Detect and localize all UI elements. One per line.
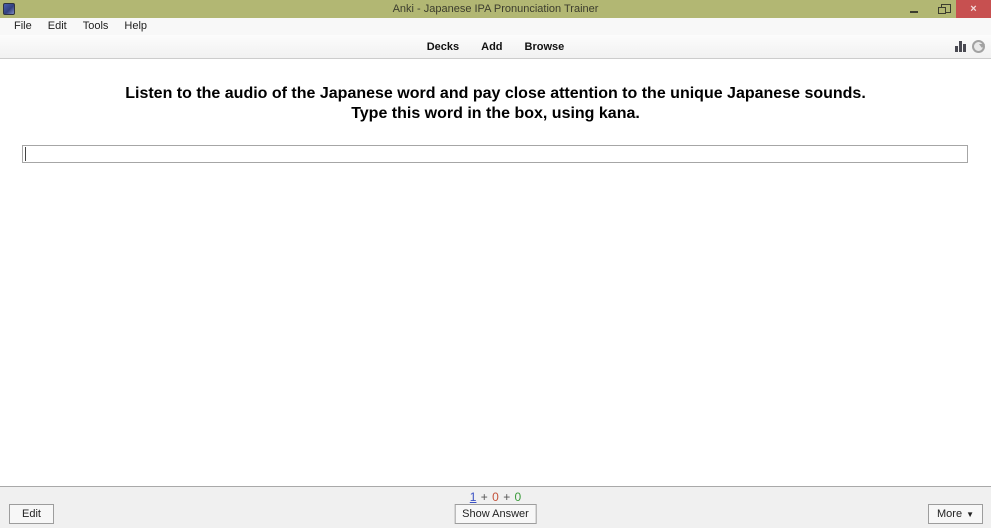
plus-separator: + [503, 490, 510, 504]
toolbar-nav: Decks Add Browse [0, 41, 991, 53]
card-instruction: Listen to the audio of the Japanese word… [0, 84, 991, 124]
toolbar: Decks Add Browse [0, 35, 991, 59]
menubar: File Edit Tools Help [0, 18, 991, 35]
close-button[interactable]: × [956, 0, 991, 18]
answer-input-wrap [22, 145, 968, 163]
menu-tools[interactable]: Tools [75, 18, 117, 35]
learning-count: 0 [492, 490, 499, 504]
close-icon: × [970, 0, 976, 18]
nav-decks[interactable]: Decks [427, 41, 459, 53]
instruction-line-2: Type this word in the box, using kana. [0, 104, 991, 124]
review-count: 0 [515, 490, 522, 504]
menu-file[interactable]: File [6, 18, 40, 35]
anki-window: Anki - Japanese IPA Pronunciation Traine… [0, 0, 991, 528]
sync-icon[interactable] [972, 40, 985, 53]
nav-browse[interactable]: Browse [525, 41, 565, 53]
window-controls: × [900, 0, 991, 18]
edit-button[interactable]: Edit [9, 504, 54, 524]
bottom-bar: 1 + 0 + 0 Show Answer Edit More ▼ [0, 486, 991, 528]
more-button[interactable]: More ▼ [928, 504, 983, 524]
restore-button[interactable] [928, 0, 956, 18]
minimize-icon [910, 11, 918, 13]
new-count: 1 [470, 490, 477, 504]
chevron-down-icon: ▼ [966, 510, 974, 519]
window-title: Anki - Japanese IPA Pronunciation Traine… [0, 0, 991, 18]
card-area: Listen to the audio of the Japanese word… [0, 84, 991, 488]
nav-add[interactable]: Add [481, 41, 502, 53]
instruction-line-1: Listen to the audio of the Japanese word… [0, 84, 991, 104]
plus-separator: + [481, 490, 488, 504]
menu-help[interactable]: Help [116, 18, 155, 35]
toolbar-right-icons [955, 40, 985, 53]
card-counts: 1 + 0 + 0 [0, 490, 991, 504]
restore-icon [938, 7, 946, 14]
show-answer-button[interactable]: Show Answer [454, 504, 537, 524]
text-caret [25, 147, 26, 161]
more-button-label: More [937, 508, 962, 520]
titlebar: Anki - Japanese IPA Pronunciation Traine… [0, 0, 991, 18]
answer-input[interactable] [22, 145, 968, 163]
minimize-button[interactable] [900, 0, 928, 18]
menu-edit[interactable]: Edit [40, 18, 75, 35]
stats-bar-chart-icon[interactable] [955, 41, 966, 52]
